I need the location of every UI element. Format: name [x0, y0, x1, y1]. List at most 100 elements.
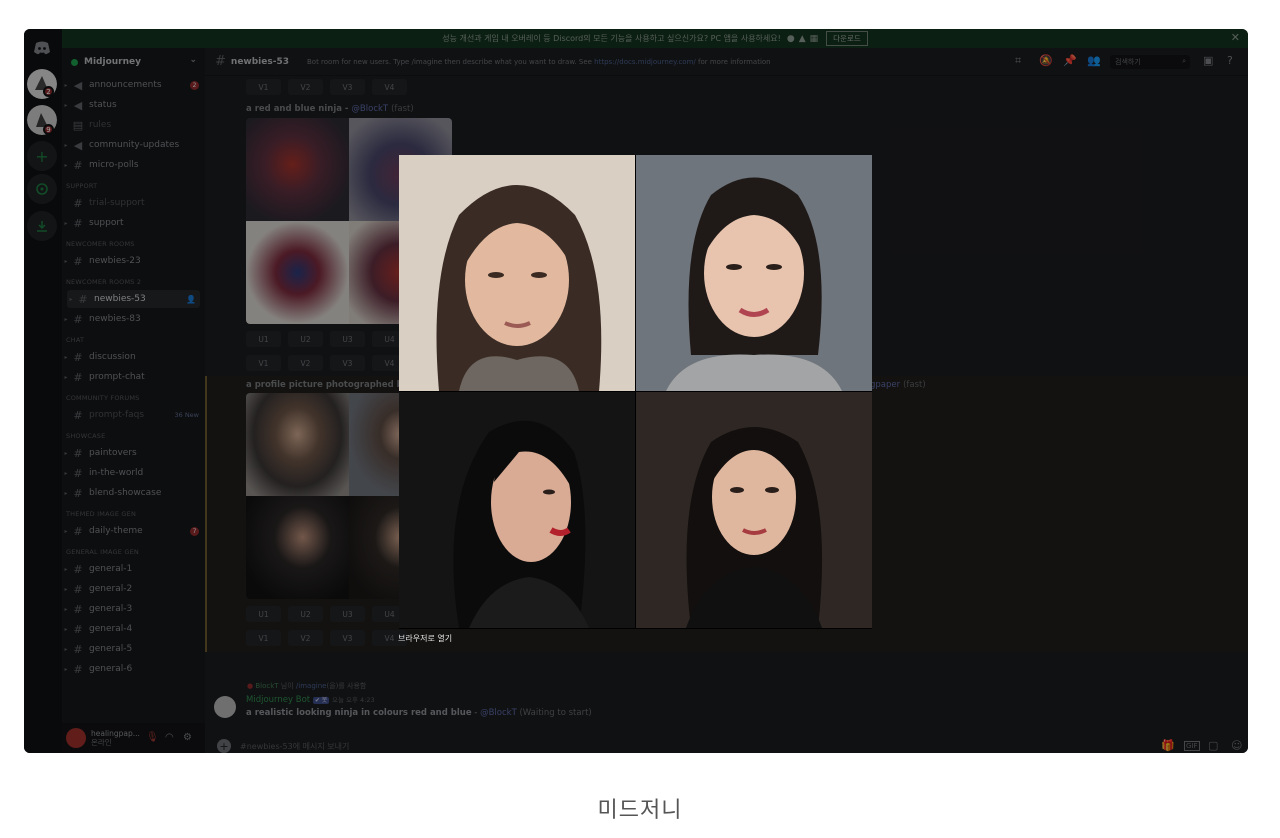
gift-icon[interactable]: 🎁 — [1161, 739, 1175, 752]
sidebar-item-discussion[interactable]: ▸ # discussion — [62, 348, 205, 366]
emoji-icon[interactable]: ☺ — [1231, 739, 1242, 752]
u2-button[interactable]: U2 — [288, 331, 323, 347]
sidebar-item-announcements[interactable]: ▸ ◀ announcements 2 — [62, 76, 205, 94]
v1-button[interactable]: V1 — [246, 355, 281, 371]
sidebar-item-general-2[interactable]: ▸ # general-2 — [62, 580, 205, 598]
sidebar-item-newbies-83[interactable]: ▸ # newbies-83 — [62, 310, 205, 328]
sidebar-item-general-5[interactable]: ▸ # general-5 — [62, 640, 205, 658]
sidebar-item-community-updates[interactable]: ▸ ◀ community-updates — [62, 136, 205, 154]
user-mention[interactable]: gpaper — [870, 380, 900, 390]
sidebar-item-paintovers[interactable]: ▸ # paintovers — [62, 444, 205, 462]
category-header[interactable]: CHAT — [66, 336, 84, 344]
member-list-icon[interactable]: 👥 — [1087, 54, 1101, 67]
grid-image[interactable] — [246, 221, 349, 324]
category-header[interactable]: SHOWCASE — [66, 432, 105, 440]
reply-user[interactable]: BlockT — [255, 682, 278, 690]
help-icon[interactable]: ? — [1227, 54, 1233, 67]
sidebar-item-blend-showcase[interactable]: ▸ # blend-showcase — [62, 484, 205, 502]
bot-name[interactable]: Midjourney Bot — [246, 695, 310, 705]
download-button[interactable]: 다운로드 — [826, 31, 868, 46]
v3-button[interactable]: V3 — [330, 355, 365, 371]
hash-icon: # — [73, 662, 83, 676]
gear-icon[interactable]: ⚙ — [183, 732, 192, 743]
user-mention[interactable]: @BlockT — [351, 104, 388, 114]
discord-home-icon[interactable] — [27, 33, 57, 63]
u3-button[interactable]: U3 — [330, 606, 365, 622]
sidebar-item-newbies-23[interactable]: ▸ # newbies-23 — [62, 252, 205, 270]
grid-image[interactable] — [246, 118, 349, 221]
v3-button[interactable]: V3 — [330, 630, 365, 646]
sticker-icon[interactable]: ▢ — [1208, 739, 1218, 752]
v4-button[interactable]: V4 — [372, 79, 407, 95]
prompt-text: a red and blue ninja — [246, 104, 342, 114]
avatar[interactable] — [66, 728, 86, 748]
category-header[interactable]: GENERAL IMAGE GEN — [66, 548, 139, 556]
grid-image[interactable] — [246, 393, 349, 496]
hash-icon: # — [73, 582, 83, 596]
docs-link[interactable]: https://docs.midjourney.com/ — [594, 58, 696, 66]
sidebar-item-in-the-world[interactable]: ▸ # in-the-world — [62, 464, 205, 482]
explore-servers-icon[interactable] — [27, 174, 57, 204]
hash-icon: # — [73, 350, 83, 364]
sidebar-item-newbies-53[interactable]: ▸ # newbies-53 👤 — [67, 290, 200, 308]
category-header[interactable]: THEMED IMAGE GEN — [66, 510, 136, 518]
grid-image[interactable] — [246, 496, 349, 599]
message-input[interactable]: + #newbies-53에 메시지 보내기 🎁 GIF ▢ ☺ — [214, 735, 1242, 753]
add-attachment-icon[interactable]: + — [217, 739, 231, 753]
v1-button[interactable]: V1 — [246, 630, 281, 646]
unread-marker: ▸ — [64, 565, 68, 573]
v2-button[interactable]: V2 — [288, 79, 323, 95]
search-input[interactable]: 검색하기 ⌕ — [1110, 55, 1190, 69]
bot-avatar[interactable] — [214, 696, 236, 718]
sidebar-item-status[interactable]: ▸ ◀ status — [62, 96, 205, 114]
user-mention[interactable]: @BlockT — [480, 708, 517, 718]
sidebar-item-general-6[interactable]: ▸ # general-6 — [62, 660, 205, 678]
mute-mic-icon[interactable]: 🎙 — [146, 732, 159, 743]
hash-icon: # — [73, 370, 83, 384]
image-viewer[interactable] — [399, 155, 872, 629]
sidebar-item-micro-polls[interactable]: ▸ # micro-polls — [62, 156, 205, 174]
v2-button[interactable]: V2 — [288, 355, 323, 371]
hash-icon: # — [73, 312, 83, 326]
portrait-image — [636, 392, 872, 628]
inbox-icon[interactable]: ▣ — [1203, 54, 1213, 67]
sidebar-item-rules[interactable]: ▤ rules — [62, 116, 205, 134]
u3-button[interactable]: U3 — [330, 331, 365, 347]
add-server-icon[interactable]: + — [27, 141, 57, 171]
u2-button[interactable]: U2 — [288, 606, 323, 622]
category-header[interactable]: SUPPORT — [66, 182, 97, 190]
u1-button[interactable]: U1 — [246, 606, 281, 622]
category-header[interactable]: NEWCOMER ROOMS 2 — [66, 278, 141, 286]
server-header[interactable]: Midjourney ⌄ — [62, 48, 205, 76]
sidebar-item-prompt-chat[interactable]: ▸ # prompt-chat — [62, 368, 205, 386]
u1-button[interactable]: U1 — [246, 331, 281, 347]
open-in-browser-link[interactable]: 브라우저로 열기 — [398, 633, 452, 644]
reply-command[interactable]: /imagine — [296, 682, 327, 690]
v2-button[interactable]: V2 — [288, 630, 323, 646]
sidebar-item-prompt-faqs[interactable]: # prompt-faqs 36 New — [62, 406, 205, 424]
unread-marker: ▸ — [64, 353, 68, 361]
download-apps-icon[interactable] — [27, 211, 57, 241]
pin-icon[interactable]: 📌 — [1063, 54, 1077, 67]
sidebar-item-trial-support[interactable]: # trial-support — [62, 194, 205, 212]
v3-button[interactable]: V3 — [330, 79, 365, 95]
chevron-down-icon[interactable]: ⌄ — [189, 55, 197, 65]
category-header[interactable]: NEWCOMER ROOMS — [66, 240, 135, 248]
category-header[interactable]: COMMUNITY FORUMS — [66, 394, 139, 402]
sidebar-item-support[interactable]: ▸ # support — [62, 214, 205, 232]
headphones-icon[interactable]: ◠ — [165, 732, 174, 743]
v1-button[interactable]: V1 — [246, 79, 281, 95]
mute-notifications-icon[interactable]: 🔕 — [1039, 54, 1053, 67]
invite-icon[interactable]: 👤 — [186, 295, 196, 304]
channel-header: # newbies-53 Bot room for new users. Typ… — [205, 48, 1248, 76]
message-prompt: a red and blue ninja - @BlockT (fast) — [246, 104, 414, 114]
sidebar-item-general-1[interactable]: ▸ # general-1 — [62, 560, 205, 578]
gif-icon[interactable]: GIF — [1184, 741, 1200, 751]
hash-icon: # — [215, 54, 226, 69]
threads-icon[interactable]: ⌗ — [1015, 54, 1021, 68]
sidebar-item-daily-theme[interactable]: ▸ # daily-theme 7 — [62, 522, 205, 540]
sidebar-item-label: prompt-chat — [89, 372, 145, 382]
sidebar-item-general-3[interactable]: ▸ # general-3 — [62, 600, 205, 618]
close-icon[interactable]: ✕ — [1231, 31, 1240, 44]
sidebar-item-general-4[interactable]: ▸ # general-4 — [62, 620, 205, 638]
